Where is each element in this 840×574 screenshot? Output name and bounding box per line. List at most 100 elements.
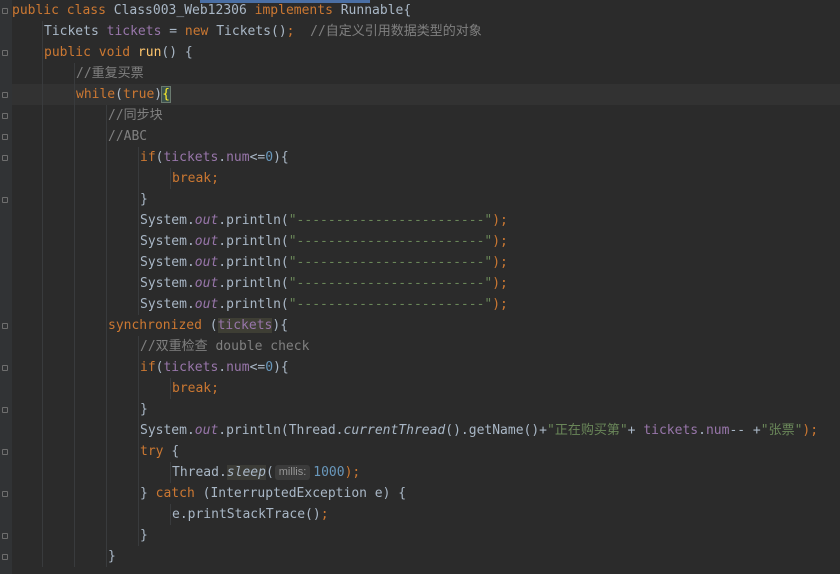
indent-guide — [106, 504, 107, 525]
indent-guide — [74, 294, 75, 315]
code-line[interactable]: Tickets tickets = new Tickets(); //自定义引用… — [12, 21, 840, 42]
code-line[interactable]: //同步块 — [12, 105, 840, 126]
code-line[interactable]: try { — [12, 441, 840, 462]
indent-guide — [42, 105, 43, 126]
code-line-content: while(true){ — [76, 84, 171, 105]
code-line[interactable]: synchronized (tickets){ — [12, 315, 840, 336]
code-line[interactable]: System.out.println("--------------------… — [12, 210, 840, 231]
fold-marker-icon[interactable] — [2, 554, 8, 560]
code-token: //重复买票 — [76, 66, 144, 81]
indent-guide — [106, 126, 107, 147]
code-token: ){ — [272, 318, 289, 333]
code-token: .println( — [218, 213, 289, 228]
indent-guide — [138, 294, 139, 315]
fold-marker-icon[interactable] — [2, 365, 8, 371]
code-token: Runnable{ — [340, 3, 412, 18]
code-line[interactable]: //ABC — [12, 126, 840, 147]
code-line-content: if(tickets.num<=0){ — [140, 357, 289, 378]
code-line[interactable]: if(tickets.num<=0){ — [12, 357, 840, 378]
code-line-content: System.out.println("--------------------… — [140, 294, 508, 315]
code-line[interactable]: if(tickets.num<=0){ — [12, 147, 840, 168]
parameter-hint: millis: — [274, 465, 311, 480]
code-line[interactable]: public void run() { — [12, 42, 840, 63]
code-token: "------------------------" — [288, 276, 493, 291]
code-line-content: Tickets tickets = new Tickets(); //自定义引用… — [44, 21, 482, 42]
code-line-content: System.out.println("--------------------… — [140, 231, 508, 252]
code-line[interactable]: //双重检查 double check — [12, 336, 840, 357]
code-line[interactable]: public class Class003_Web12306 implement… — [12, 0, 840, 21]
indent-guide — [74, 357, 75, 378]
code-line[interactable]: Thread.sleep(millis: 1000); — [12, 462, 840, 483]
fold-marker-icon[interactable] — [2, 8, 8, 14]
code-token: } — [140, 528, 148, 543]
code-token: ); — [344, 465, 361, 480]
code-token: public void — [44, 45, 138, 60]
code-token: //同步块 — [108, 108, 163, 123]
indent-guide — [42, 42, 43, 63]
indent-guide — [74, 105, 75, 126]
code-line[interactable]: System.out.println(Thread.currentThread(… — [12, 420, 840, 441]
fold-marker-icon[interactable] — [2, 155, 8, 161]
code-line[interactable]: System.out.println("--------------------… — [12, 294, 840, 315]
code-token: ){ — [273, 150, 289, 165]
indent-guide — [42, 126, 43, 147]
fold-marker-icon[interactable] — [2, 92, 8, 98]
indent-guide — [106, 462, 107, 483]
fold-marker-icon[interactable] — [2, 323, 8, 329]
fold-marker-icon[interactable] — [2, 197, 8, 203]
code-line-current[interactable]: while(true){ — [12, 84, 840, 105]
code-line-content: synchronized (tickets){ — [108, 315, 288, 336]
indent-guide — [106, 378, 107, 399]
code-line[interactable]: } — [12, 189, 840, 210]
indent-guide — [170, 504, 171, 525]
code-line[interactable]: e.printStackTrace(); — [12, 504, 840, 525]
code-token: System. — [140, 297, 195, 312]
code-line[interactable]: } — [12, 399, 840, 420]
indent-guide — [106, 399, 107, 420]
indent-guide — [106, 105, 107, 126]
indent-guide — [74, 63, 75, 84]
fold-marker-icon[interactable] — [2, 491, 8, 497]
code-line[interactable]: } — [12, 525, 840, 546]
indent-guide — [106, 420, 107, 441]
code-line-content: //重复买票 — [76, 63, 144, 84]
code-line[interactable]: //重复买票 — [12, 63, 840, 84]
indent-guide — [138, 168, 139, 189]
code-line[interactable]: System.out.println("--------------------… — [12, 273, 840, 294]
code-token: ; — [286, 24, 311, 39]
code-token: break; — [172, 171, 219, 186]
code-line[interactable]: System.out.println("--------------------… — [12, 252, 840, 273]
code-token: System. — [140, 276, 195, 291]
code-area[interactable]: public class Class003_Web12306 implement… — [12, 0, 840, 574]
code-token: out — [194, 276, 219, 291]
code-token: while — [76, 87, 116, 102]
code-line[interactable]: } — [12, 546, 840, 567]
code-line[interactable]: } catch (InterruptedException e) { — [12, 483, 840, 504]
fold-marker-icon[interactable] — [2, 134, 8, 140]
indent-guide — [74, 315, 75, 336]
code-editor[interactable]: public class Class003_Web12306 implement… — [0, 0, 840, 574]
code-token: out — [194, 255, 219, 270]
editor-gutter[interactable] — [0, 0, 12, 574]
code-line-content: //双重检查 double check — [140, 336, 309, 357]
code-token: Tickets() — [216, 24, 287, 39]
fold-marker-icon[interactable] — [2, 50, 8, 56]
indent-guide — [138, 336, 139, 357]
fold-marker-icon[interactable] — [2, 533, 8, 539]
code-line[interactable]: break; — [12, 378, 840, 399]
indent-guide — [74, 147, 75, 168]
code-line-content: } — [140, 399, 148, 420]
code-line[interactable]: break; — [12, 168, 840, 189]
fold-marker-icon[interactable] — [2, 407, 8, 413]
code-token: Thread. — [172, 465, 227, 480]
indent-guide — [138, 420, 139, 441]
indent-guide — [42, 378, 43, 399]
indent-guide — [74, 504, 75, 525]
fold-marker-icon[interactable] — [2, 449, 8, 455]
indent-guide — [74, 168, 75, 189]
code-line[interactable]: System.out.println("--------------------… — [12, 231, 840, 252]
fold-marker-icon[interactable] — [2, 113, 8, 119]
code-token: . — [698, 423, 706, 438]
indent-guide — [106, 294, 107, 315]
indent-guide — [42, 441, 43, 462]
